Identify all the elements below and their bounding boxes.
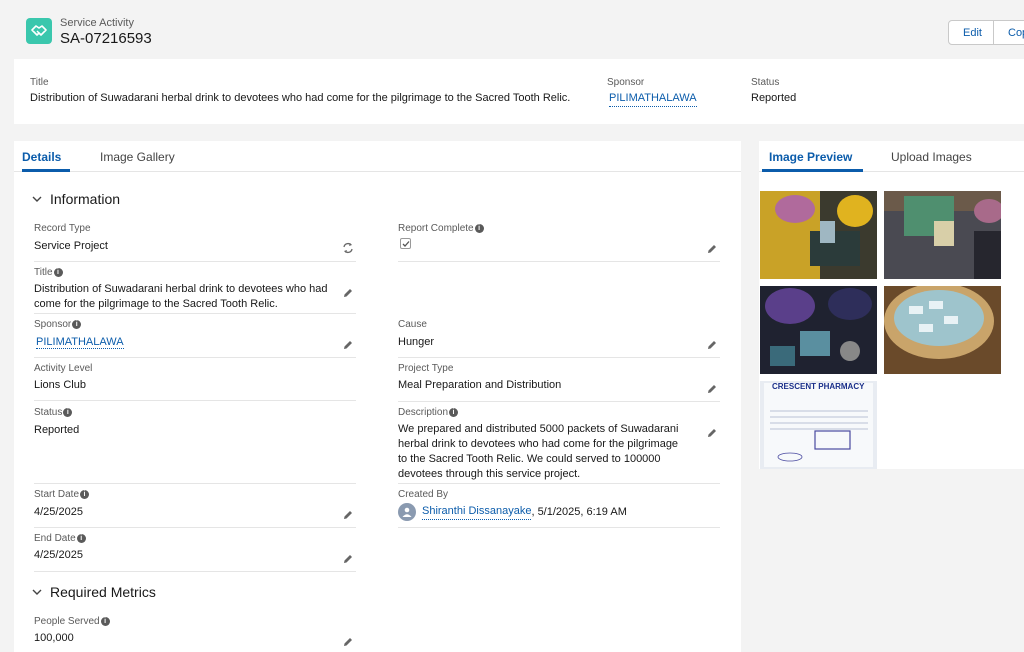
image-tabs: Image Preview Upload Images: [759, 141, 1024, 172]
edit-cause-pencil-icon[interactable]: [706, 339, 718, 351]
image-preview-card: Image Preview Upload Images CRESCENT PHA…: [759, 141, 1024, 469]
sponsor-link[interactable]: PILIMATHALAWA: [36, 336, 124, 349]
highlight-sponsor-link[interactable]: PILIMATHALAWA: [609, 92, 697, 107]
field-description: Description i We prepared and distributed…: [398, 407, 720, 484]
info-icon[interactable]: i: [72, 320, 82, 329]
info-icon[interactable]: i: [100, 617, 110, 626]
header-actions: Edit Cop: [948, 20, 1024, 45]
tab-image-gallery[interactable]: Image Gallery: [100, 150, 175, 172]
edit-report-complete-pencil-icon[interactable]: [706, 243, 718, 255]
field-start-date: Start Date i 4/25/2025: [34, 489, 356, 528]
detail-tabs: Details Image Gallery: [14, 141, 741, 172]
highlight-title-label: Title: [30, 77, 49, 88]
section-information[interactable]: Information: [32, 191, 120, 207]
section-information-title: Information: [50, 191, 121, 207]
object-type-label: Service Activity: [60, 17, 134, 29]
section-required-metrics[interactable]: Required Metrics: [32, 584, 156, 600]
cause-value: Hunger: [398, 336, 435, 348]
tab-details[interactable]: Details: [22, 150, 70, 172]
tab-image-preview[interactable]: Image Preview: [762, 150, 863, 172]
report-complete-checkbox: [400, 238, 411, 249]
service-activity-icon: [26, 18, 52, 44]
gallery-image-3[interactable]: [760, 286, 877, 374]
field-cause: Cause Hunger: [398, 319, 720, 358]
project-type-value: Meal Preparation and Distribution: [398, 379, 562, 391]
user-avatar-icon: [398, 503, 416, 521]
section-metrics-title: Required Metrics: [50, 584, 156, 600]
edit-sponsor-pencil-icon[interactable]: [342, 339, 354, 351]
edit-title-pencil-icon[interactable]: [342, 287, 354, 299]
field-end-date: End Date i 4/25/2025: [34, 533, 356, 572]
status-value: Reported: [34, 424, 80, 436]
record-type-label: Record Type: [34, 223, 91, 234]
info-icon[interactable]: i: [449, 408, 459, 417]
sponsor-label: Sponsor i: [34, 319, 82, 330]
gallery-image-2[interactable]: [884, 191, 1001, 279]
record-name: SA-07216593: [60, 30, 152, 47]
gallery-image-1[interactable]: [760, 191, 877, 279]
record-type-value: Service Project: [34, 240, 108, 252]
info-icon[interactable]: i: [53, 268, 63, 277]
status-label: Status i: [34, 407, 73, 418]
report-complete-label: Report Complete i: [398, 223, 484, 234]
people-served-label: People Served i: [34, 616, 110, 627]
gallery-image-4[interactable]: [884, 286, 1001, 374]
info-icon[interactable]: i: [80, 490, 90, 499]
description-label: Description i: [398, 407, 459, 418]
start-date-value: 4/25/2025: [34, 506, 83, 518]
cause-label: Cause: [398, 319, 427, 330]
field-record-type: Record Type Service Project: [34, 223, 356, 262]
chevron-down-icon: [32, 587, 44, 597]
gallery-image-5-receipt[interactable]: CRESCENT PHARMACY: [760, 381, 877, 469]
chevron-down-icon: [32, 194, 44, 204]
description-value: We prepared and distributed 5000 packets…: [398, 423, 679, 480]
highlight-sponsor-label: Sponsor: [607, 77, 645, 88]
details-card: Details Image Gallery Information Record…: [14, 141, 741, 652]
field-sponsor: Sponsor i PILIMATHALAWA: [34, 319, 356, 358]
created-by-timestamp: , 5/1/2025, 6:19 AM: [531, 505, 627, 518]
title-label: Title i: [34, 267, 63, 278]
record-header: Service Activity SA-07216593 Edit Cop: [0, 0, 1024, 59]
field-created-by: Created By Shiranthi Dissanayake , 5/1/2…: [398, 489, 720, 528]
info-icon[interactable]: i: [63, 408, 73, 417]
highlights-panel: Title Distribution of Suwadarani herbal …: [14, 59, 1024, 124]
created-by-label: Created By: [398, 489, 449, 500]
highlight-status-label: Status: [751, 77, 780, 88]
edit-end-date-pencil-icon[interactable]: [342, 553, 354, 565]
edit-start-date-pencil-icon[interactable]: [342, 509, 354, 521]
copy-button[interactable]: Cop: [994, 20, 1024, 45]
field-activity-level: Activity Level Lions Club: [34, 363, 356, 401]
title-value: Distribution of Suwadarani herbal drink …: [34, 283, 328, 310]
field-title: Title i Distribution of Suwadarani herbal…: [34, 267, 356, 314]
receipt-header-text: CRESCENT PHARMACY: [772, 382, 865, 391]
highlight-status-value: Reported: [751, 92, 797, 104]
info-icon[interactable]: i: [474, 224, 484, 233]
activity-level-label: Activity Level: [34, 363, 93, 374]
end-date-label: End Date i: [34, 533, 86, 544]
field-report-complete: Report Complete i: [398, 223, 720, 262]
people-served-value: 100,000: [34, 632, 74, 644]
field-status: Status i Reported: [34, 407, 356, 484]
end-date-value: 4/25/2025: [34, 549, 83, 561]
edit-button[interactable]: Edit: [948, 20, 994, 45]
project-type-label: Project Type: [398, 363, 454, 374]
edit-project-type-pencil-icon[interactable]: [706, 383, 718, 395]
activity-level-value: Lions Club: [34, 379, 86, 391]
field-project-type: Project Type Meal Preparation and Distri…: [398, 363, 720, 402]
change-record-type-icon[interactable]: [342, 242, 354, 254]
start-date-label: Start Date i: [34, 489, 90, 500]
edit-people-served-pencil-icon[interactable]: [342, 636, 354, 648]
tab-upload-images[interactable]: Upload Images: [891, 150, 972, 172]
created-by-user-link[interactable]: Shiranthi Dissanayake: [422, 504, 532, 520]
edit-description-pencil-icon[interactable]: [706, 427, 718, 439]
field-people-served: People Served i 100,000: [34, 616, 356, 652]
highlight-title-value: Distribution of Suwadarani herbal drink …: [30, 92, 571, 104]
info-icon[interactable]: i: [76, 534, 86, 543]
